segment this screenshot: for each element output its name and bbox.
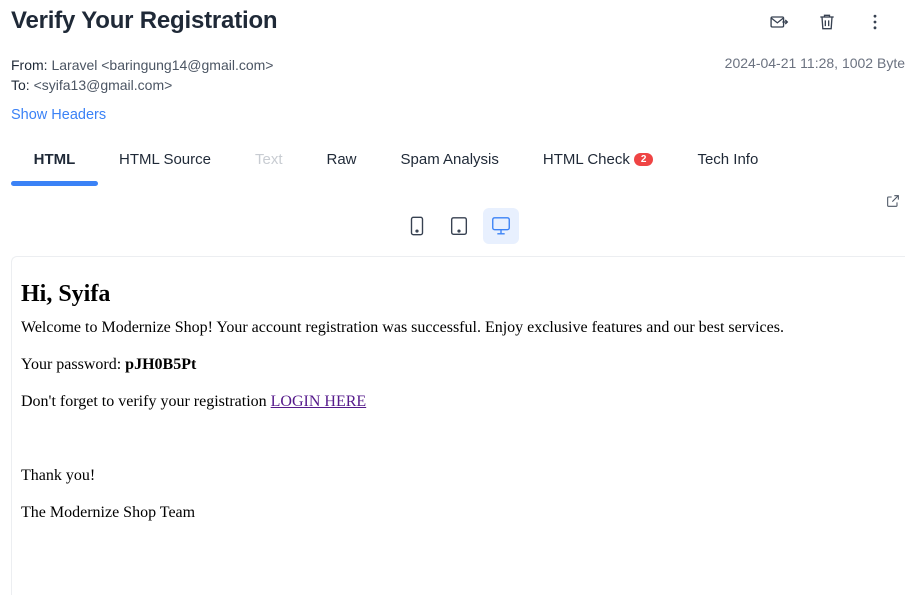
phone-icon xyxy=(410,216,424,236)
open-external-button[interactable] xyxy=(885,193,903,211)
tab-tech-info[interactable]: Tech Info xyxy=(697,143,758,177)
device-tablet-button[interactable] xyxy=(441,208,477,244)
forward-icon xyxy=(770,16,789,28)
email-greeting: Hi, Syifa xyxy=(21,281,111,307)
verify-text: Don't forget to verify your registration xyxy=(21,393,271,410)
login-here-link[interactable]: LOGIN HERE xyxy=(271,393,367,410)
message-actions xyxy=(755,10,899,34)
device-desktop-button[interactable] xyxy=(483,208,519,244)
tab-spam-analysis[interactable]: Spam Analysis xyxy=(401,143,499,177)
tab-raw[interactable]: Raw xyxy=(327,143,357,177)
email-signature: The Modernize Shop Team xyxy=(21,504,196,521)
html-check-badge: 2 xyxy=(633,153,654,166)
email-welcome: Welcome to Modernize Shop! Your account … xyxy=(21,319,784,336)
forward-button[interactable] xyxy=(755,10,803,34)
email-password-line: Your password: pJH0B5Pt xyxy=(21,355,784,375)
tab-html[interactable]: HTML xyxy=(11,143,98,177)
desktop-icon xyxy=(492,217,510,235)
message-meta: From: Laravel <baringung14@gmail.com> To… xyxy=(11,55,273,95)
more-vertical-icon xyxy=(873,14,877,30)
from-line: From: Laravel <baringung14@gmail.com> xyxy=(11,55,273,75)
from-value: Laravel <baringung14@gmail.com> xyxy=(51,57,274,73)
device-switcher xyxy=(399,208,519,244)
password-value: pJH0B5Pt xyxy=(125,356,197,373)
tab-html-source[interactable]: HTML Source xyxy=(119,143,211,177)
external-link-icon xyxy=(887,195,899,207)
email-verify-line: Don't forget to verify your registration… xyxy=(21,392,784,412)
to-line: To: <syifa13@gmail.com> xyxy=(11,75,273,95)
message-subject: Verify Your Registration xyxy=(11,7,278,34)
tab-html-check[interactable]: HTML Check 2 xyxy=(543,143,654,177)
tablet-icon xyxy=(450,217,468,235)
message-date-size: 2024-04-21 11:28, 1002 Byte xyxy=(724,55,905,71)
to-label: To: xyxy=(11,77,30,93)
tab-text: Text xyxy=(254,151,283,168)
password-label: Your password: xyxy=(21,356,126,373)
to-value: <syifa13@gmail.com> xyxy=(33,77,173,93)
email-body: Hi, Syifa Welcome to Modernize Shop! You… xyxy=(21,281,784,540)
device-phone-button[interactable] xyxy=(399,208,435,244)
show-headers-link[interactable]: Show Headers xyxy=(11,107,106,123)
view-tabs: HTML HTML Source Text Raw Spam Analysis … xyxy=(11,143,759,187)
active-tab-indicator xyxy=(11,181,98,186)
email-thanks: Thank you! xyxy=(21,467,96,484)
delete-button[interactable] xyxy=(803,10,851,34)
trash-icon xyxy=(820,14,834,30)
from-label: From: xyxy=(11,57,48,73)
more-button[interactable] xyxy=(851,10,899,34)
tab-html-check-label: HTML Check xyxy=(542,151,630,168)
